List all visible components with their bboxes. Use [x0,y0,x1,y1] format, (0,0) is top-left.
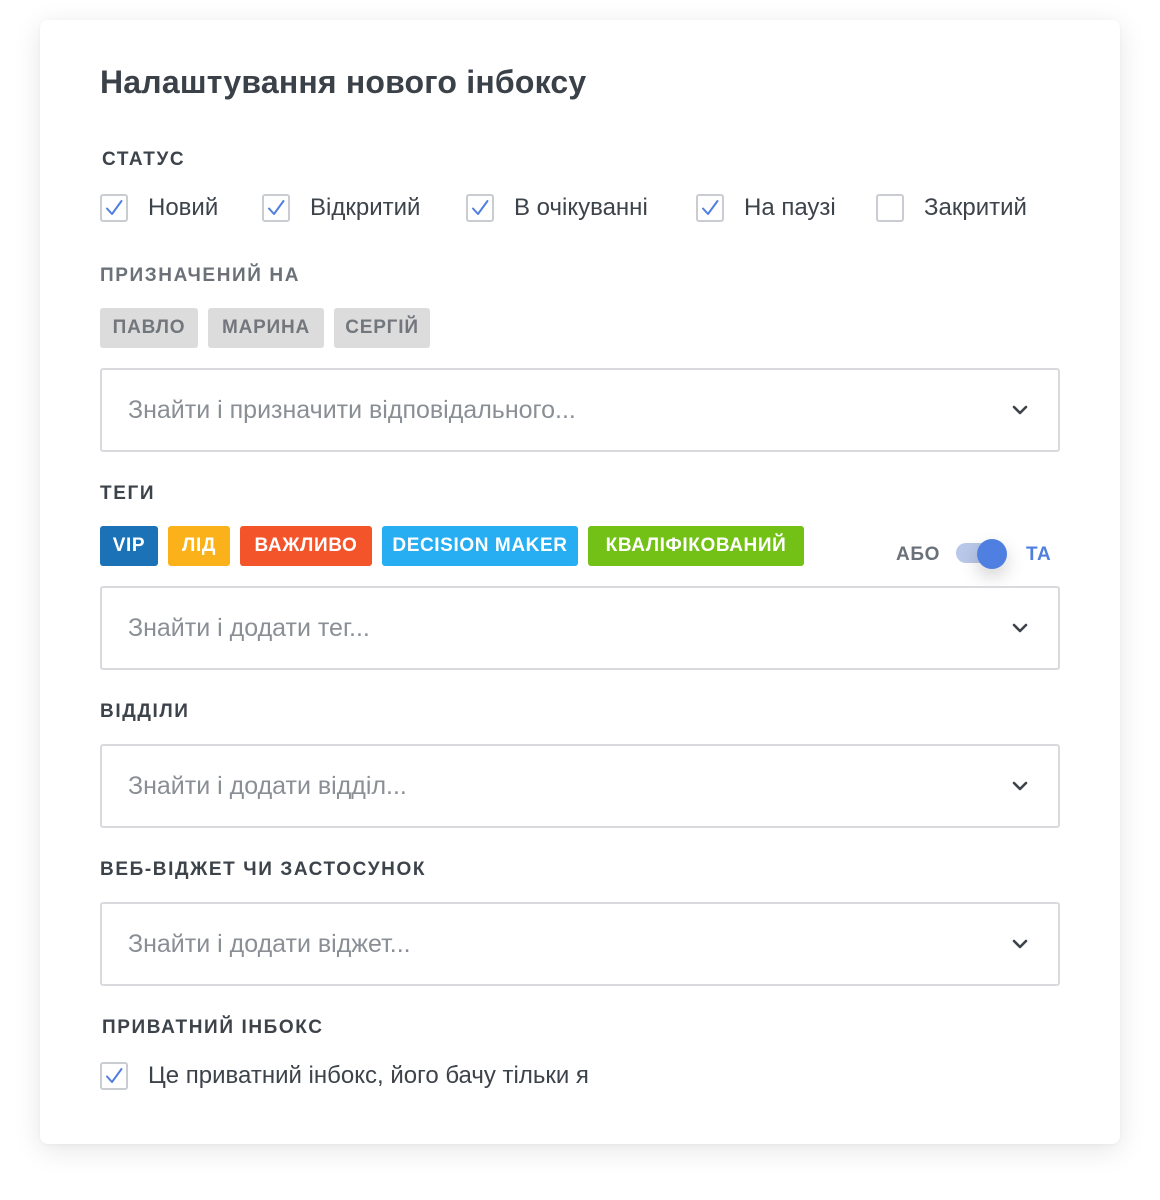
tag-qualified[interactable]: КВАЛІФІКОВАНИЙ [588,526,804,566]
status-new-checkbox[interactable] [100,194,128,222]
status-closed-checkbox[interactable] [876,194,904,222]
assignee-search-placeholder: Знайти і призначити відповідального... [128,396,576,424]
status-label: СТАТУС [102,149,186,170]
toggle-knob[interactable] [977,539,1007,569]
departments-label: ВІДДІЛИ [100,701,190,722]
chevron-down-icon [1012,405,1028,415]
checkmark-icon [106,1068,123,1083]
status-option-paused[interactable]: На паузі [696,192,836,224]
toggle-and-label[interactable]: ТА [1026,544,1051,566]
private-inbox-option[interactable]: Це приватний інбокс, його бачу тільки я [100,1060,589,1092]
status-option-label: Відкритий [310,194,421,221]
checkmark-icon [106,200,123,215]
status-option-new[interactable]: Новий [100,192,218,224]
status-option-open[interactable]: Відкритий [262,192,420,224]
private-inbox-checkbox[interactable] [100,1062,128,1090]
checkmark-icon [702,200,719,215]
status-option-label: В очікуванні [514,194,648,221]
inbox-settings-card: Налаштування нового інбоксу СТАТУС Новий… [40,20,1120,1144]
widget-search-placeholder: Знайти і додати віджет... [128,930,411,958]
tag-decision-maker[interactable]: DECISION MAKER [382,526,578,566]
tags-label: ТЕГИ [100,483,156,504]
private-inbox-option-label: Це приватний інбокс, його бачу тільки я [148,1062,589,1089]
tag-lead[interactable]: ЛІД [168,526,230,566]
tag-select[interactable]: Знайти і додати тег... [100,586,1060,670]
status-pending-checkbox[interactable] [466,194,494,222]
checkmark-icon [472,200,489,215]
chevron-down-icon [1012,623,1028,633]
page-title: Налаштування нового інбоксу [100,64,587,100]
status-option-label: На паузі [744,194,836,221]
widget-select[interactable]: Знайти і додати віджет... [100,902,1060,986]
tag-vip[interactable]: VIP [100,526,158,566]
assignee-select[interactable]: Знайти і призначити відповідального... [100,368,1060,452]
toggle-or-label[interactable]: АБО [896,544,940,566]
assignee-chip-list: ПАВЛО МАРИНА СЕРГІЙ [100,308,500,348]
tag-search-placeholder: Знайти і додати тег... [128,614,370,642]
status-option-label: Новий [148,194,219,221]
status-option-label: Закритий [924,194,1027,221]
assignee-chip[interactable]: ПАВЛО [100,308,198,348]
chevron-down-icon [1012,939,1028,949]
checkmark-icon [268,200,285,215]
status-option-pending[interactable]: В очікуванні [466,192,648,224]
tag-important[interactable]: ВАЖЛИВО [240,526,372,566]
assigned-label: ПРИЗНАЧЕНИЙ НА [100,265,301,286]
department-search-placeholder: Знайти і додати відділ... [128,772,407,800]
chevron-down-icon [1012,781,1028,791]
private-inbox-label: ПРИВАТНИЙ ІНБОКС [102,1017,324,1038]
tag-list: VIP ЛІД ВАЖЛИВО DECISION MAKER КВАЛІФІКО… [100,526,810,566]
status-paused-checkbox[interactable] [696,194,724,222]
assignee-chip[interactable]: МАРИНА [208,308,324,348]
department-select[interactable]: Знайти і додати відділ... [100,744,1060,828]
assignee-chip[interactable]: СЕРГІЙ [334,308,430,348]
status-open-checkbox[interactable] [262,194,290,222]
widget-label: ВЕБ-ВІДЖЕТ ЧИ ЗАСТОСУНОК [100,859,427,880]
status-option-closed[interactable]: Закритий [876,192,1027,224]
